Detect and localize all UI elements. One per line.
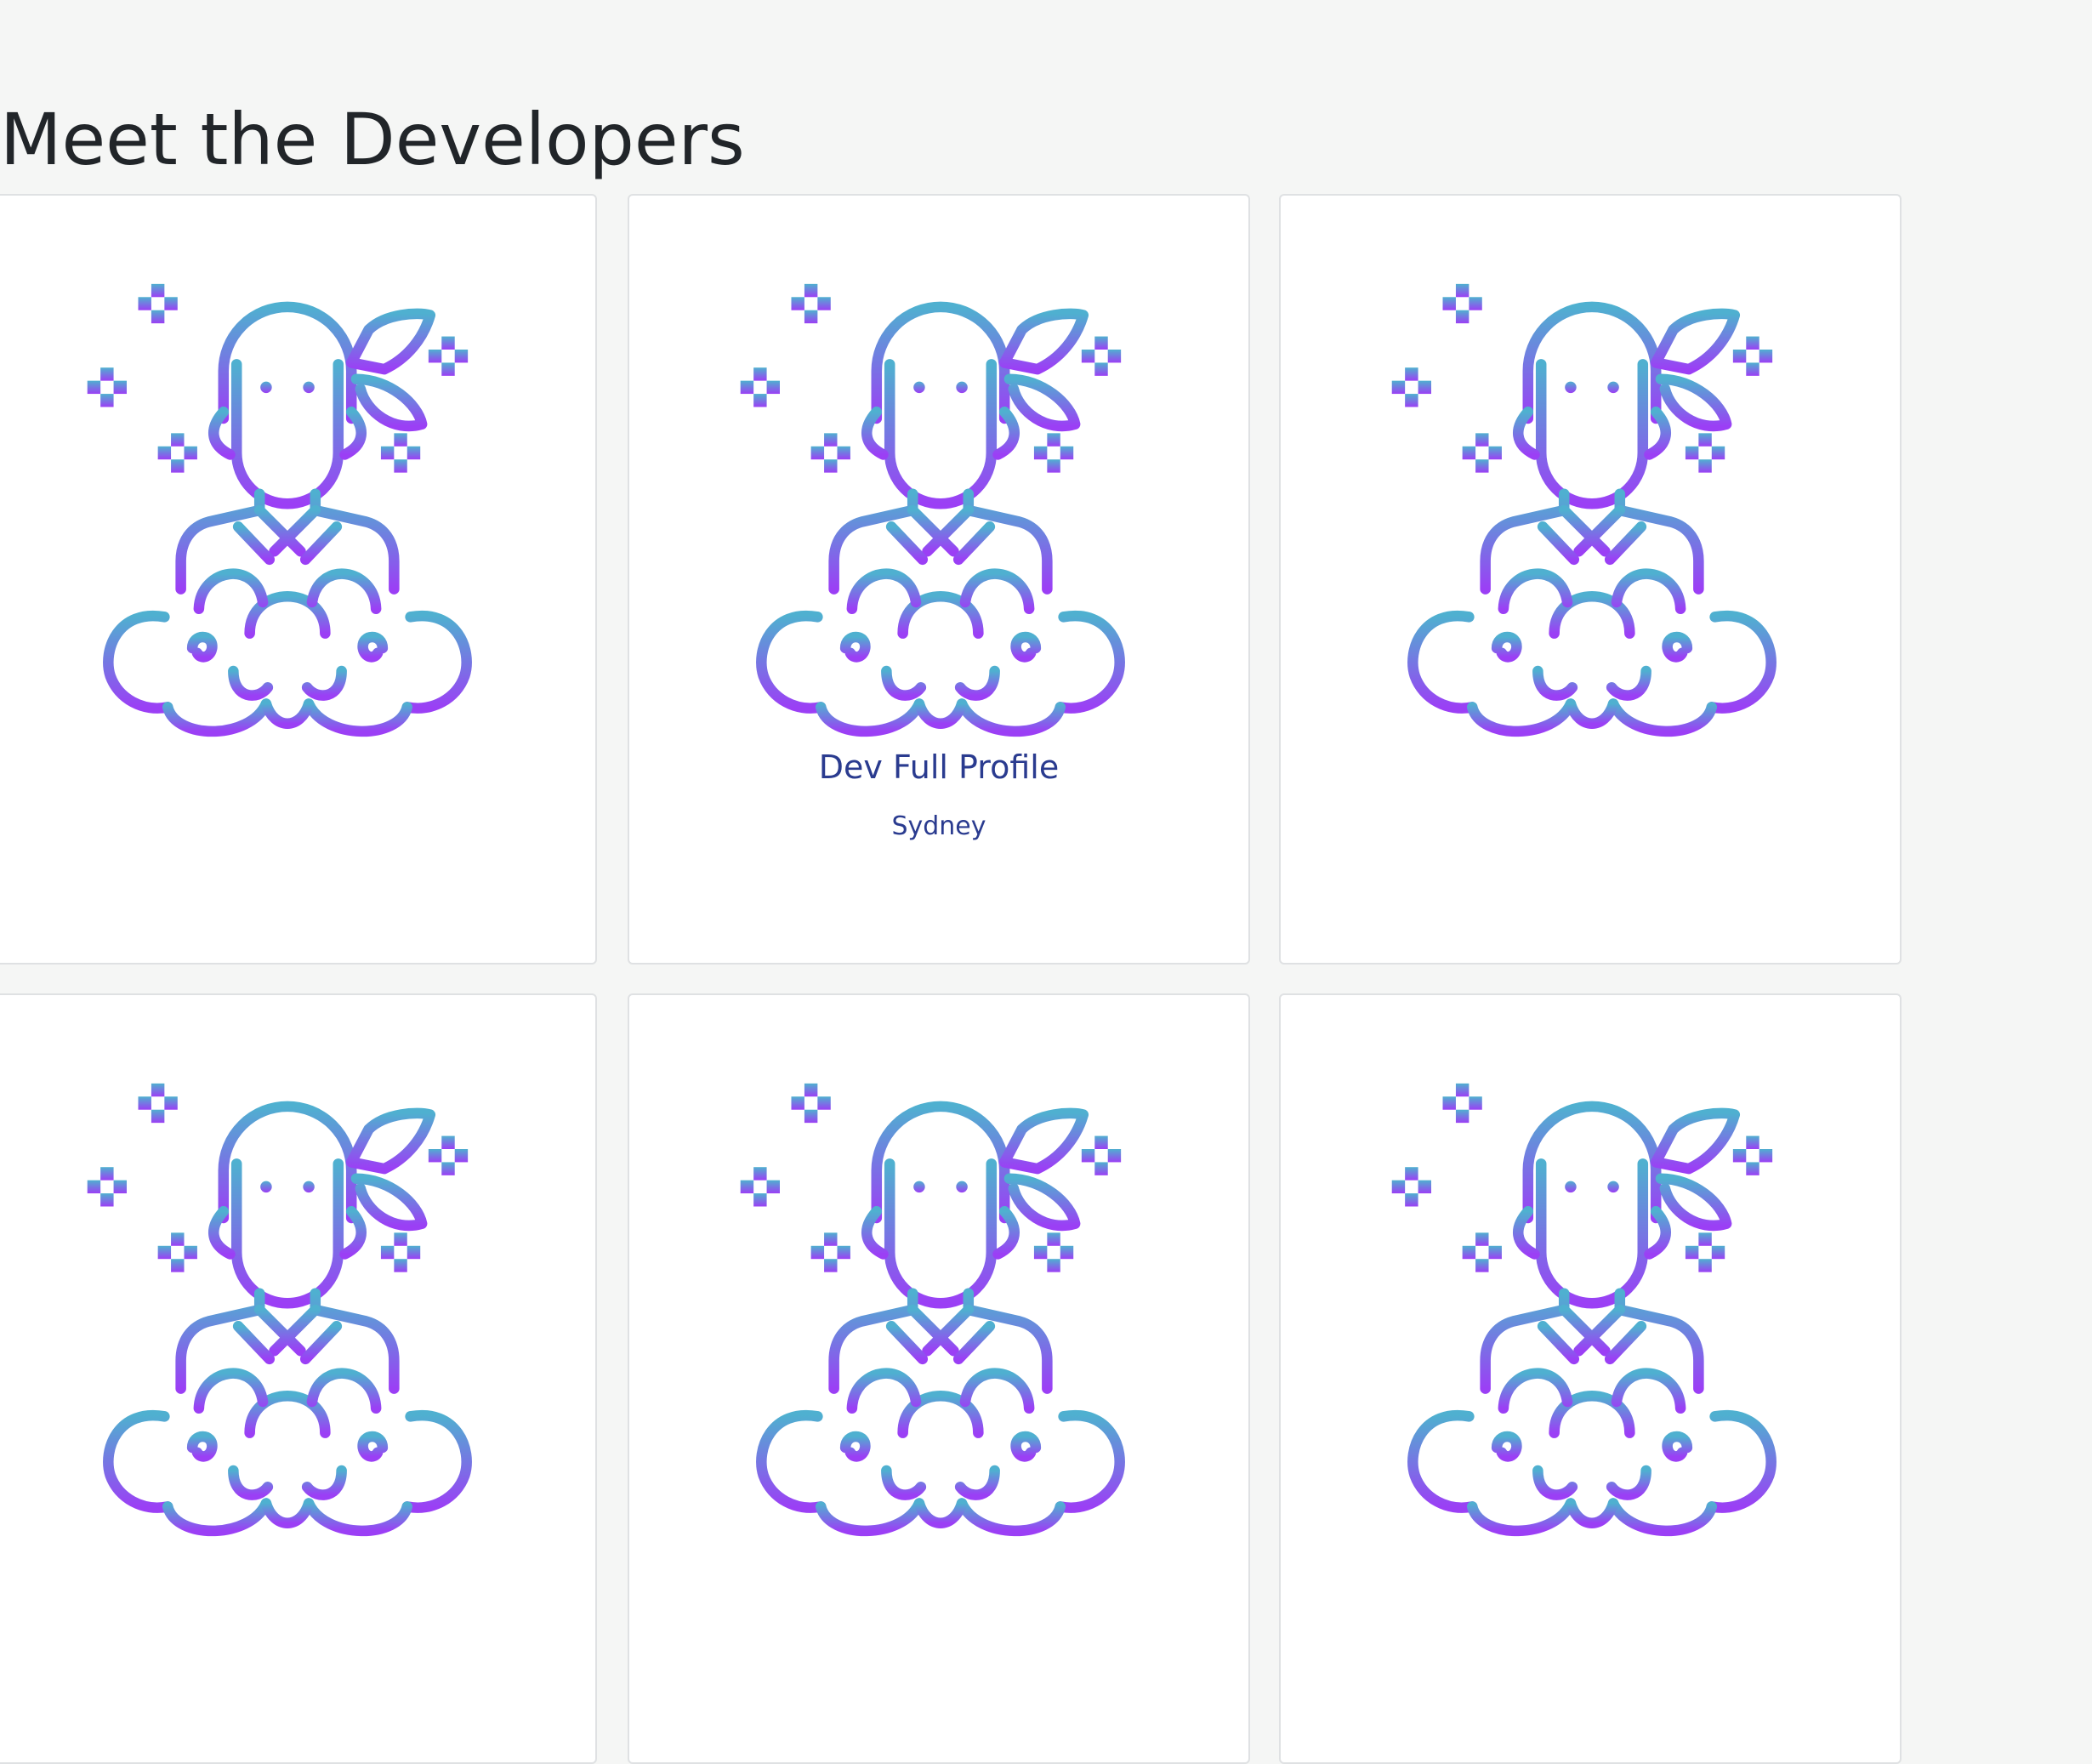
ninja-avatar-icon (1383, 1080, 1801, 1539)
page-title: Meet the Developers (0, 98, 745, 181)
ninja-avatar-icon (78, 281, 497, 740)
developer-card[interactable]: Dev Full Profile Sydney (628, 194, 1250, 965)
developer-card[interactable] (628, 993, 1250, 1764)
developer-location: Sydney (891, 811, 986, 841)
developer-card[interactable] (1279, 993, 1902, 1764)
ninja-avatar-icon (731, 281, 1150, 740)
developer-card[interactable] (0, 194, 597, 965)
developer-card[interactable] (0, 993, 597, 1764)
ninja-avatar-icon (78, 1080, 497, 1539)
developer-name[interactable]: Dev Full Profile (629, 748, 1248, 786)
developer-card[interactable] (1279, 194, 1902, 965)
ninja-avatar-icon (731, 1080, 1150, 1539)
ninja-avatar-icon (1383, 281, 1801, 740)
